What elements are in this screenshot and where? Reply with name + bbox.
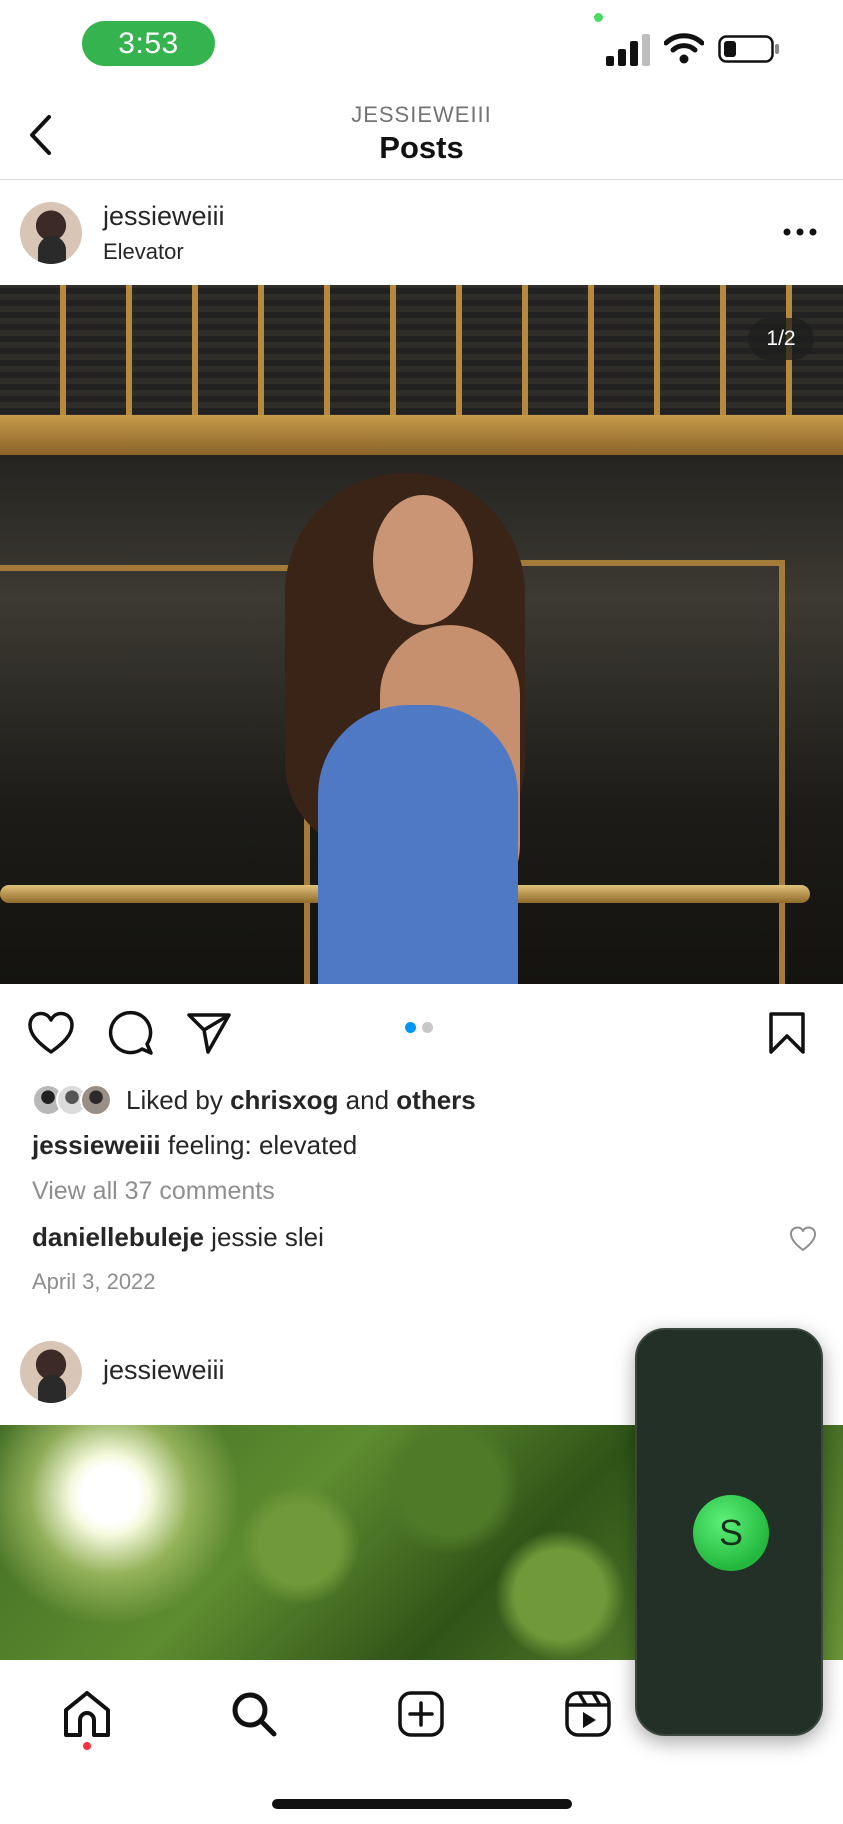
comment: daniellebuleje jessie slei — [32, 1222, 324, 1252]
carousel-dot-active — [405, 1022, 416, 1033]
likes-summary[interactable]: Liked by chrisxog and others — [32, 1080, 476, 1120]
person-face — [373, 495, 473, 625]
comment-icon — [108, 1010, 153, 1055]
notification-dot — [83, 1742, 91, 1750]
more-options-button[interactable] — [780, 217, 820, 247]
nav-home[interactable] — [57, 1684, 117, 1744]
nav-search[interactable] — [224, 1684, 284, 1744]
post-location[interactable]: Elevator — [103, 239, 184, 265]
reels-icon — [565, 1691, 611, 1737]
post-actions — [0, 984, 843, 1080]
post-header: jessieweiii Elevator — [0, 181, 843, 285]
caller-avatar[interactable]: S — [693, 1495, 769, 1571]
carousel-dots — [405, 1022, 433, 1033]
status-bar: 3:53 — [0, 0, 843, 90]
home-icon — [64, 1691, 110, 1737]
avatar[interactable] — [20, 202, 82, 264]
share-button[interactable] — [182, 1006, 236, 1060]
elevator-panel — [0, 565, 310, 984]
nav-create[interactable] — [391, 1684, 451, 1744]
carousel-dot — [422, 1022, 433, 1033]
account-name: JESSIEWEIII — [351, 102, 492, 127]
battery-icon — [718, 35, 779, 63]
more-horizontal-icon — [783, 228, 817, 236]
home-indicator — [272, 1799, 572, 1809]
floating-call-panel[interactable]: S — [635, 1328, 823, 1736]
view-all-comments-link[interactable]: View all 37 comments — [32, 1177, 275, 1206]
liker-avatar — [80, 1084, 112, 1116]
bookmark-icon — [769, 1012, 805, 1054]
post-caption: jessieweiii feeling: elevated — [32, 1130, 358, 1160]
carousel-counter: 1/2 — [748, 318, 814, 360]
send-icon — [187, 1013, 231, 1054]
like-button[interactable] — [24, 1006, 78, 1060]
save-button[interactable] — [760, 1006, 814, 1060]
page-header: JESSIEWEIII Posts — [0, 90, 843, 180]
comment-button[interactable] — [104, 1006, 158, 1060]
comment-username[interactable]: daniellebuleje — [32, 1222, 204, 1252]
plus-square-icon — [398, 1691, 444, 1737]
comment-like-icon[interactable] — [788, 1224, 818, 1254]
likers-others[interactable]: others — [396, 1085, 475, 1115]
person-dress — [318, 705, 518, 984]
post-username[interactable]: jessieweiii — [103, 201, 225, 232]
likes-text: Liked by chrisxog and others — [126, 1084, 476, 1115]
liker-username[interactable]: chrisxog — [230, 1085, 338, 1115]
wifi-icon — [664, 33, 704, 64]
nav-reels[interactable] — [558, 1684, 618, 1744]
signal-icon — [606, 34, 650, 66]
caption-username[interactable]: jessieweiii — [32, 1130, 161, 1160]
post-date: April 3, 2022 — [32, 1269, 156, 1294]
avatar[interactable] — [20, 1341, 82, 1403]
elevator-trim — [0, 415, 843, 455]
status-time: 3:53 — [82, 21, 215, 66]
privacy-indicator-dot — [594, 13, 603, 22]
heart-icon — [28, 1011, 74, 1054]
page-title: Posts — [379, 130, 464, 165]
search-icon — [232, 1692, 277, 1737]
post-username[interactable]: jessieweiii — [103, 1355, 225, 1386]
post-photo[interactable]: 1/2 — [0, 285, 843, 984]
